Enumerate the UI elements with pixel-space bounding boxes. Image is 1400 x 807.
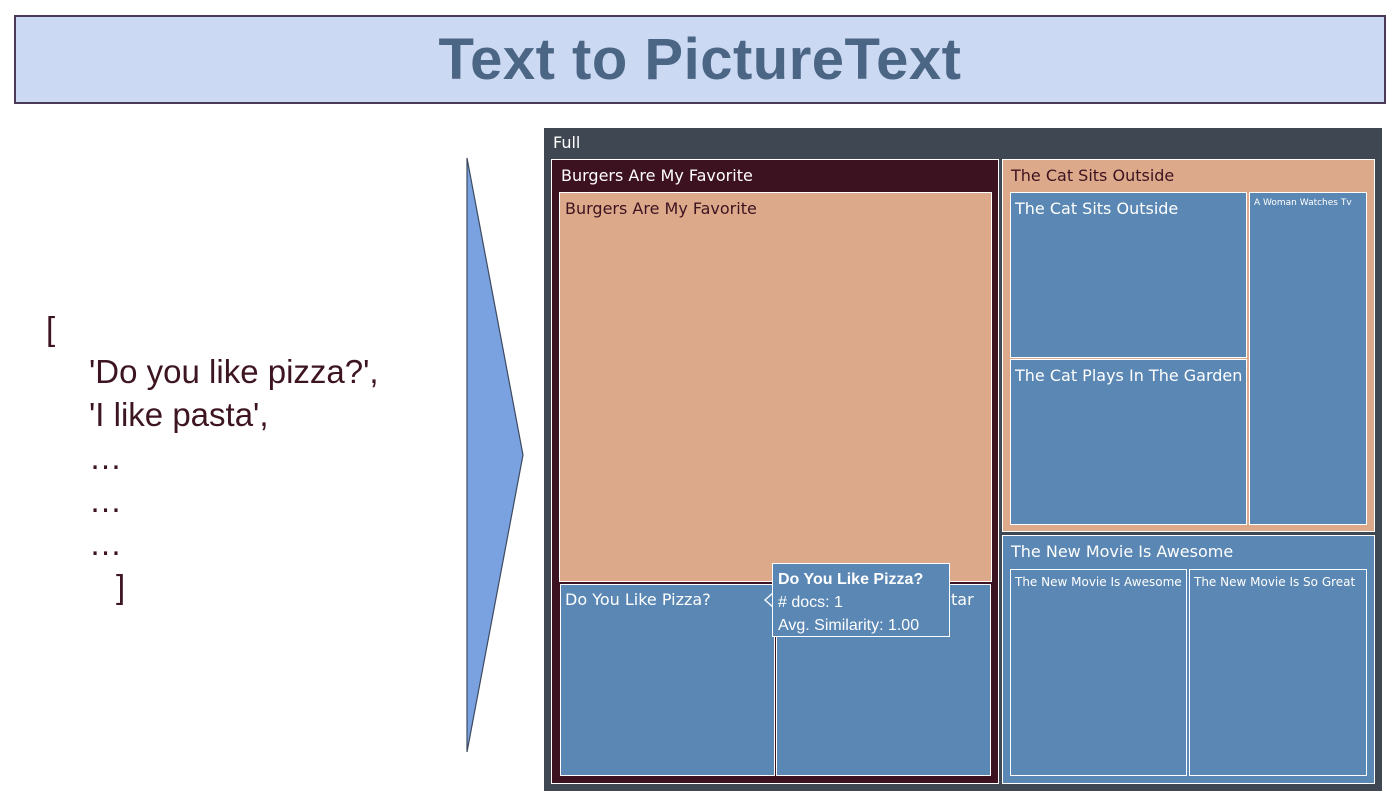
list-item: 'Do you like pizza?', (89, 353, 379, 390)
transform-arrow-icon (466, 157, 524, 753)
treemap-cell-cat-garden-label: The Cat Plays In The Garden (1015, 366, 1243, 385)
banner-title: Text to PictureText (438, 27, 962, 92)
treemap-cell-burgers-label: Burgers Are My Favorite (565, 199, 757, 218)
treemap-cell-guitar-label: tar (951, 590, 974, 609)
list-item: … (89, 439, 122, 476)
treemap-group-movie-label: The New Movie Is Awesome (1011, 542, 1234, 561)
treemap-root-label: Full (553, 133, 581, 152)
tooltip-title: Do You Like Pizza? (778, 571, 924, 588)
treemap-cell-movie-great-label: The New Movie Is So Great (1194, 575, 1356, 589)
tooltip-docs: # docs: 1 (778, 594, 843, 612)
treemap-group-cat-label: The Cat Sits Outside (1011, 166, 1175, 185)
list-item: 'I like pasta', (89, 396, 269, 433)
treemap-tooltip: Do You Like Pizza? # docs: 1 Avg. Simila… (772, 563, 950, 637)
treemap-cell-cat-outside-label: The Cat Sits Outside (1015, 199, 1179, 218)
close-bracket: ] (116, 568, 126, 605)
title-banner: Text to PictureText (14, 15, 1386, 104)
treemap-cell-movie-awesome[interactable] (1010, 569, 1187, 776)
treemap-group-burgers-label: Burgers Are My Favorite (561, 166, 753, 185)
tooltip-similarity: Avg. Similarity: 1.00 (778, 617, 920, 635)
treemap-cell-woman-tv[interactable] (1249, 192, 1367, 525)
treemap-cell-woman-tv-label: A Woman Watches Tv (1254, 198, 1352, 208)
treemap-cell-movie-great[interactable] (1189, 569, 1367, 776)
list-item: … (89, 482, 122, 519)
treemap-cell-pizza[interactable] (560, 584, 775, 776)
treemap-cell-burgers[interactable] (559, 192, 992, 582)
list-item: … (89, 525, 122, 562)
treemap-cell-pizza-label: Do You Like Pizza? (565, 590, 711, 609)
open-bracket: [ (46, 310, 56, 347)
treemap-cell-movie-awesome-label: The New Movie Is Awesome (1015, 575, 1182, 589)
